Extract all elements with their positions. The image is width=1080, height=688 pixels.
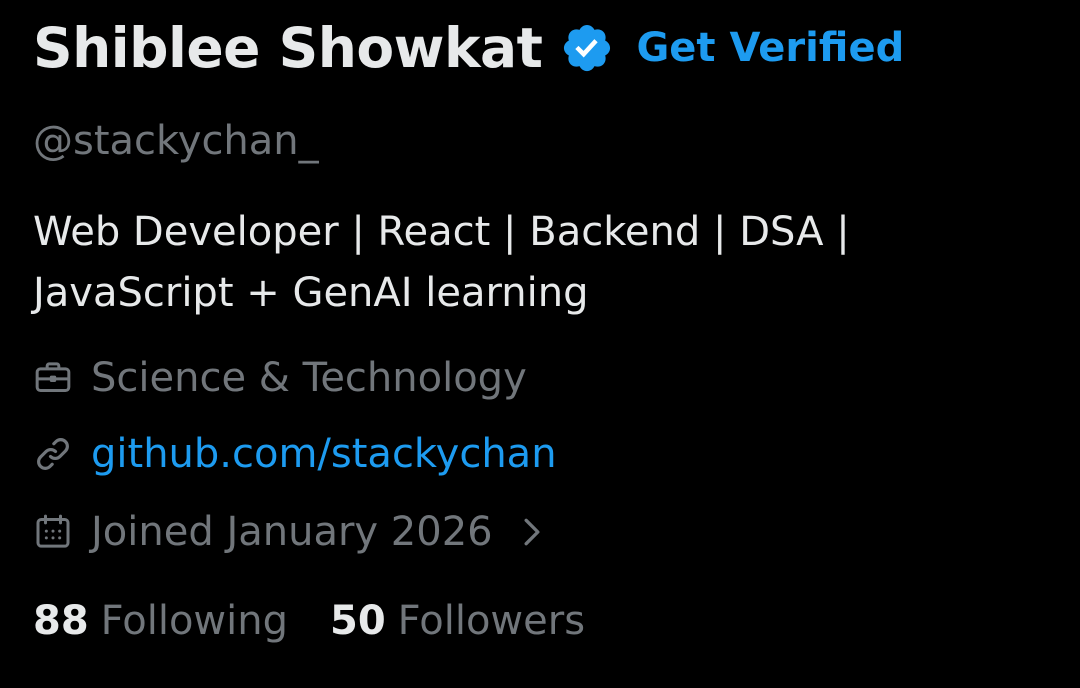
profile-header: Shiblee Showkat Get Verified @stackychan… [33, 0, 1080, 688]
profile-category: Science & Technology [33, 355, 527, 401]
joined-date-text: Joined January 2026 [91, 509, 493, 555]
username-handle: @stackychan_ [33, 118, 319, 164]
bio-line: Web Developer | React | Backend | DSA | [33, 209, 850, 255]
get-verified-link[interactable]: Get Verified [636, 25, 904, 71]
briefcase-icon [33, 358, 73, 398]
followers-count: 50 [330, 598, 386, 644]
profile-joined[interactable]: Joined January 2026 [33, 509, 547, 555]
profile-website[interactable]: github.com/stackychan [33, 431, 557, 477]
following-count: 88 [33, 598, 89, 644]
following-stat[interactable]: 88 Following [33, 598, 288, 644]
bio-line: JavaScript + GenAI learning [33, 270, 589, 316]
following-label: Following [100, 598, 288, 644]
website-link[interactable]: github.com/stackychan [91, 431, 557, 477]
link-icon [33, 434, 73, 474]
display-name: Shiblee Showkat [33, 16, 543, 80]
follow-stats: 88 Following 50 Followers [33, 598, 585, 644]
category-text: Science & Technology [91, 355, 527, 401]
calendar-icon [33, 512, 73, 552]
name-row: Shiblee Showkat Get Verified [33, 16, 904, 80]
followers-label: Followers [397, 598, 586, 644]
bio: Web Developer | React | Backend | DSA | … [33, 202, 973, 324]
followers-stat[interactable]: 50 Followers [330, 598, 585, 644]
chevron-right-icon[interactable] [517, 512, 547, 552]
verified-badge-icon[interactable] [560, 21, 614, 75]
